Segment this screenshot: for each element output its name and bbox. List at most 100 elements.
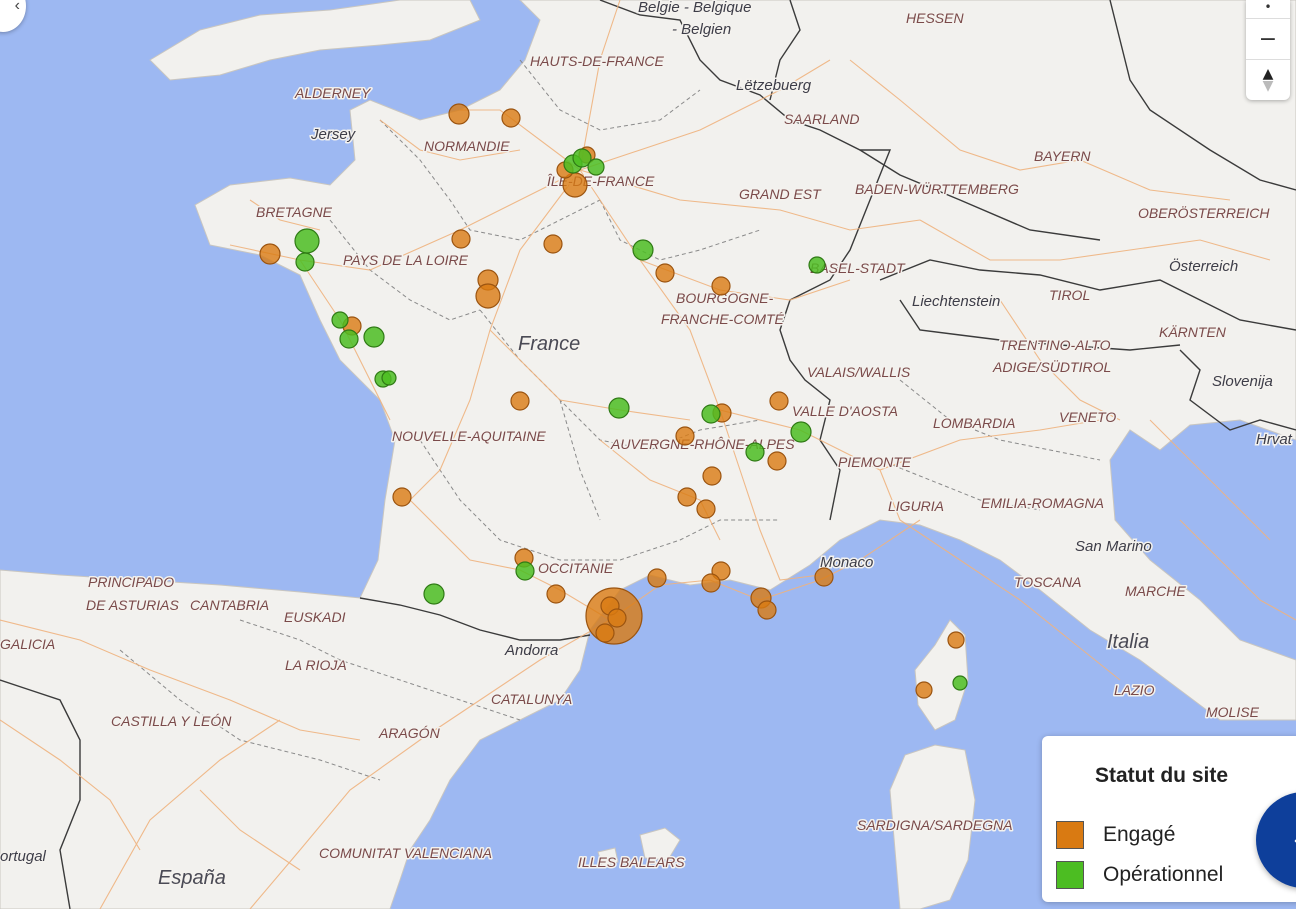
label-valais: VALAIS/WALLIS <box>807 364 911 380</box>
label-pays-de-la-loire: PAYS DE LA LOIRE <box>343 252 469 268</box>
site-marker-engage[interactable] <box>814 567 834 587</box>
label-grand-est: GRAND EST <box>739 186 822 202</box>
legend-item-engage: Engagé <box>1056 821 1175 849</box>
site-marker-operationnel[interactable] <box>952 675 968 691</box>
site-marker-engage[interactable] <box>448 103 470 125</box>
site-marker-operationnel[interactable] <box>295 252 315 272</box>
label-baden-wurttemberg: BADEN-WÜRTTEMBERG <box>855 180 1019 197</box>
site-marker-engage[interactable] <box>607 608 627 628</box>
zoom-out-button[interactable]: − <box>1246 18 1290 59</box>
label-la-rioja: LA RIOJA <box>285 657 347 673</box>
chevron-left-icon: ‹ <box>14 0 20 14</box>
label-belgique: Belgie - Belgique <box>638 0 751 16</box>
zoom-in-button[interactable]: • <box>1246 0 1290 18</box>
site-marker-engage[interactable] <box>675 426 695 446</box>
label-emilia-romagna: EMILIA-ROMAGNA <box>981 495 1104 511</box>
label-veneto: VENETO <box>1059 409 1116 425</box>
site-marker-operationnel[interactable] <box>331 311 349 329</box>
compass-icon-south: ▼ <box>1262 78 1274 94</box>
site-marker-engage[interactable] <box>510 391 530 411</box>
label-lombardia: LOMBARDIA <box>933 415 1015 431</box>
label-hessen: HESSEN <box>906 10 964 26</box>
label-aragon: ARAGÓN <box>378 725 441 741</box>
legend-item-operationnel: Opérationnel <box>1056 861 1223 889</box>
label-saarland: SAARLAND <box>784 111 859 127</box>
legend-panel: Statut du site Engagé Opérationnel <box>1042 736 1296 902</box>
site-marker-operationnel[interactable] <box>701 404 721 424</box>
site-marker-engage[interactable] <box>475 283 501 309</box>
reset-north-button[interactable]: ▲ ▼ <box>1246 59 1290 100</box>
site-marker-engage[interactable] <box>696 499 716 519</box>
label-nouvelle-aquitaine: NOUVELLE-AQUITAINE <box>392 428 546 444</box>
site-marker-engage[interactable] <box>711 276 731 296</box>
legend-title: Statut du site <box>1095 764 1229 787</box>
legend-swatch-engage <box>1056 821 1084 849</box>
site-marker-engage[interactable] <box>501 108 521 128</box>
label-osterreich: Österreich <box>1169 257 1238 275</box>
label-auvergne: AUVERGNE-RHÔNE-ALPES <box>610 436 795 452</box>
site-marker-engage[interactable] <box>915 681 933 699</box>
label-valenciana: COMUNITAT VALENCIANA <box>319 845 492 861</box>
label-letzebuerg: Lëtzebuerg <box>736 77 812 94</box>
label-portugal: ortugal <box>0 848 47 865</box>
label-hrvat: Hrvat <box>1256 431 1293 448</box>
label-trentino: TRENTINO-ALTO <box>999 337 1111 353</box>
label-alderney: ALDERNEY <box>294 85 372 101</box>
label-franche-comte: FRANCHE-COMTÉ <box>661 311 785 327</box>
label-san-marino: San Marino <box>1075 538 1152 555</box>
label-adige: ADIGE/SÜDTIROL <box>992 358 1111 375</box>
label-marche: MARCHE <box>1125 583 1186 599</box>
site-marker-engage[interactable] <box>757 600 777 620</box>
legend-swatch-operationnel <box>1056 861 1084 889</box>
label-catalunya: CATALUNYA <box>491 691 572 707</box>
label-castilla: CASTILLA Y LEÓN <box>111 713 232 729</box>
label-principado: PRINCIPADO <box>88 574 174 590</box>
site-marker-engage[interactable] <box>392 487 412 507</box>
site-marker-engage[interactable] <box>647 568 667 588</box>
site-marker-engage[interactable] <box>769 391 789 411</box>
site-marker-engage[interactable] <box>767 451 787 471</box>
label-occitanie: OCCITANIE <box>538 560 614 576</box>
site-marker-operationnel[interactable] <box>381 370 397 386</box>
label-lazio: LAZIO <box>1114 682 1155 698</box>
site-marker-engage[interactable] <box>451 229 471 249</box>
label-sardegna: SARDIGNA/SARDEGNA <box>857 817 1013 833</box>
site-marker-operationnel[interactable] <box>790 421 812 443</box>
site-marker-operationnel[interactable] <box>808 256 826 274</box>
label-valle-aosta: VALLE D'AOSTA <box>792 403 898 419</box>
label-liechtenstein-text: Liechtenstein <box>912 293 1000 310</box>
site-marker-engage[interactable] <box>595 623 615 643</box>
label-cantabria: CANTABRIA <box>190 597 269 613</box>
site-marker-operationnel[interactable] <box>745 442 765 462</box>
site-marker-operationnel[interactable] <box>587 158 605 176</box>
label-hauts-de-france: HAUTS-DE-FRANCE <box>530 53 664 69</box>
label-karnten: KÄRNTEN <box>1159 324 1227 340</box>
label-normandie: NORMANDIE <box>424 138 510 154</box>
label-molise: MOLISE <box>1206 704 1260 720</box>
site-marker-operationnel[interactable] <box>632 239 654 261</box>
site-marker-operationnel[interactable] <box>515 561 535 581</box>
site-marker-operationnel[interactable] <box>339 329 359 349</box>
site-marker-engage[interactable] <box>947 631 965 649</box>
legend-label-operationnel: Opérationnel <box>1103 863 1224 886</box>
label-euskadi: EUSKADI <box>284 609 346 625</box>
label-toscana: TOSCANA <box>1014 574 1081 590</box>
label-piemonte: PIEMONTE <box>838 454 912 470</box>
site-marker-operationnel[interactable] <box>363 326 385 348</box>
label-baleares: ILLES BALEARS <box>578 854 685 870</box>
site-marker-operationnel[interactable] <box>423 583 445 605</box>
label-tirol: TIROL <box>1049 287 1090 303</box>
site-marker-engage[interactable] <box>259 243 281 265</box>
label-bayern: BAYERN <box>1034 148 1091 164</box>
site-marker-engage[interactable] <box>701 573 721 593</box>
plus-icon: • <box>1264 0 1272 14</box>
site-marker-engage[interactable] <box>543 234 563 254</box>
site-marker-engage[interactable] <box>677 487 697 507</box>
site-marker-operationnel[interactable] <box>294 228 320 254</box>
site-marker-engage[interactable] <box>702 466 722 486</box>
legend-label-engage: Engagé <box>1103 823 1176 846</box>
label-jersey: Jersey <box>310 126 357 143</box>
site-marker-engage[interactable] <box>546 584 566 604</box>
site-marker-engage[interactable] <box>655 263 675 283</box>
site-marker-operationnel[interactable] <box>608 397 630 419</box>
